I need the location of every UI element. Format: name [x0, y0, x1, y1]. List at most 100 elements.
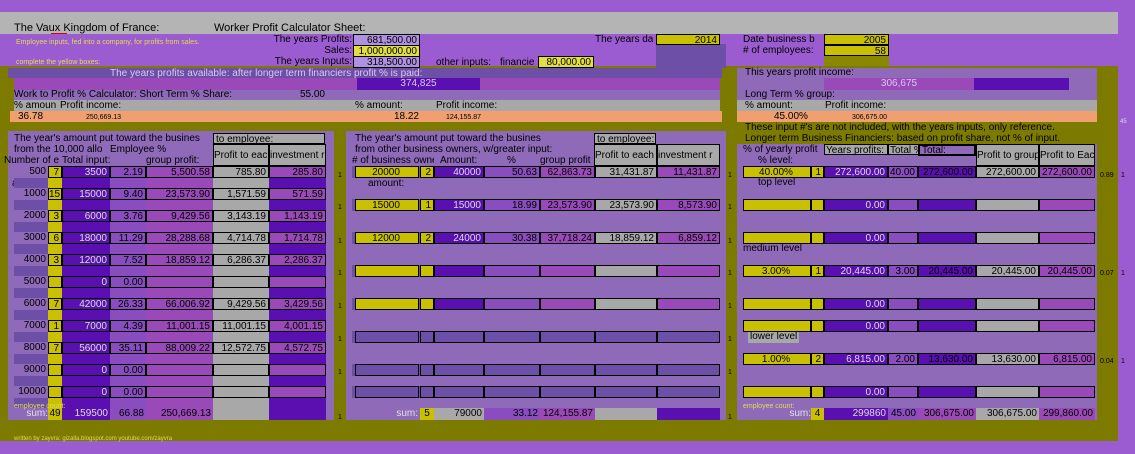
table2-cell-owners[interactable]: 2 [420, 232, 434, 244]
table3-cell-pct[interactable]: 3.00% [743, 265, 811, 277]
table2-sum-label: sum: [396, 408, 418, 419]
table3-cell-pct[interactable] [743, 298, 811, 310]
date-business-input[interactable]: 2005 [824, 34, 889, 45]
table1-spacer-cell [269, 310, 326, 320]
table2-cell-invest: 6,859.12 [657, 232, 720, 244]
table3-cell-count[interactable]: 2 [811, 353, 824, 365]
table2-empty-cell [595, 331, 657, 343]
table1-cell-employees[interactable] [48, 364, 62, 376]
table2-h-each: Profit to each [594, 144, 657, 166]
table3-cell-pct[interactable]: 1.00% [743, 353, 811, 365]
table3-cell-total-pct [888, 298, 918, 310]
long-income-value: 306,675 [824, 78, 974, 90]
table3-cell-count[interactable]: 1 [811, 265, 824, 277]
table1-cell-number: 10000 [18, 386, 46, 397]
table1-cell-employees[interactable]: 3 [48, 210, 62, 222]
table1-cell-employees[interactable]: 7 [48, 166, 62, 178]
table3-cell-each [1039, 386, 1095, 398]
side-one-marker: 1 [1121, 270, 1125, 277]
table3-h-total[interactable]: Total: [918, 144, 976, 156]
table1-cell-invest [269, 364, 326, 376]
table3-cell-pct[interactable] [743, 232, 811, 244]
table1-cell-number: 3000 [23, 232, 46, 243]
table1-sum-group: 250,669.13 [146, 408, 213, 420]
table1-cell-invest: 1,714.78 [269, 232, 326, 244]
table3-cell-pct[interactable] [743, 199, 811, 211]
table1-cell-pct: 7.52 [110, 254, 146, 266]
table2-cell-owner-amount[interactable]: 15000 [355, 199, 419, 211]
table1-cell-employees[interactable]: 7 [48, 298, 62, 310]
table3-cell-group [976, 199, 1039, 211]
table2-empty-cell [657, 331, 720, 343]
years-inputs-value: 318,500.00 [353, 56, 420, 68]
table3-level-lower: lower level [748, 331, 800, 343]
table1-cell-employees[interactable]: 3 [48, 254, 62, 266]
table1-cell-pct: 4.39 [110, 320, 146, 332]
table1-cell-pct: 35.11 [110, 342, 146, 354]
financier-input[interactable]: 80,000.00 [538, 56, 594, 68]
table1-sum-pad2 [269, 408, 326, 420]
table1-cell-each: 1,571.59 [213, 188, 269, 200]
table2-cell-owner-amount[interactable]: 20000 [355, 166, 419, 178]
credit-line: written by zayvra: gizalla.blogspot.com … [14, 436, 173, 442]
table3-cell-count[interactable] [811, 199, 824, 211]
table1-cell-employees[interactable]: 7 [48, 342, 62, 354]
table3-cell-count[interactable]: 1 [811, 166, 824, 178]
table3-cell-pct[interactable] [743, 320, 811, 332]
table2-cell-owner-amount[interactable]: 12000 [355, 232, 419, 244]
table1-cell-invest: 4,572.75 [269, 342, 326, 354]
table2-empty-cell [484, 331, 540, 343]
table2-empty-cell [540, 331, 595, 343]
table3-cell-pct[interactable] [743, 386, 811, 398]
table2-cell-owners[interactable]: 2 [420, 166, 434, 178]
table2-amount-label: amount: [368, 178, 405, 189]
table3-cell-group: 20,445.00 [976, 265, 1039, 277]
table2-h-invest: investment r [657, 144, 720, 166]
table2-empty-cell [540, 265, 595, 277]
table3-cell-count[interactable] [811, 320, 824, 332]
table1-sum-pad [213, 408, 269, 420]
table1-cell-employees[interactable] [48, 386, 62, 398]
side-one-marker: 1 [728, 270, 732, 277]
year-input[interactable]: 2014 [656, 34, 720, 45]
table3-cell-years-profits: 0.00 [824, 320, 888, 332]
table2-empty-cell [595, 364, 657, 376]
table3-cell-total [918, 232, 976, 244]
table1-spacer-cell [213, 376, 269, 386]
available-value: 374,825 [357, 78, 480, 90]
table2-empty-cell [420, 265, 434, 277]
table3-cell-years-profits: 6,815.00 [824, 353, 888, 365]
table3-cell-group [976, 298, 1039, 310]
table1-cell-invest [269, 386, 326, 398]
side-one-marker: 1 [338, 414, 342, 421]
table3-cell-each [1039, 298, 1095, 310]
table2-cell-owners[interactable]: 1 [420, 199, 434, 211]
table1-cell-each: 12,572.75 [213, 342, 269, 354]
table1-cell-pct: 9.40 [110, 188, 146, 200]
table1-cell-employees[interactable]: 6 [48, 232, 62, 244]
table1-spacer-cell [213, 222, 269, 232]
table3-cell-count[interactable] [811, 298, 824, 310]
table3-cell-years-profits: 0.00 [824, 232, 888, 244]
table3-cell-count[interactable] [811, 386, 824, 398]
side-one-marker: 1 [728, 303, 732, 310]
table1-spacer-cell [269, 244, 326, 254]
table1-cell-employees[interactable]: 1 [48, 320, 62, 332]
table3-cell-pct[interactable]: 40.00% [743, 166, 811, 178]
table2-sum-input: 79000 [434, 408, 484, 420]
table1-spacer-cell [269, 200, 326, 210]
table2-empty-cell [355, 298, 419, 310]
table3-cell-count[interactable] [811, 232, 824, 244]
table3-h-total-pct: Total % [888, 144, 919, 155]
table1-spacer-cell [48, 332, 62, 342]
table1-cell-employees[interactable] [48, 276, 62, 288]
table1-spacer-cell [146, 200, 213, 210]
table1-cell-number: 5000 [23, 276, 46, 287]
table1-cell-input: 0 [62, 276, 110, 288]
table1-cell-employees[interactable]: 15 [48, 188, 62, 200]
table1-sum-input: 159500 [62, 408, 110, 420]
table3-cell-group [976, 232, 1039, 244]
table2-cell-pct: 50.63 [484, 166, 540, 178]
table2-cell-amount: 24000 [434, 232, 484, 244]
table1-spacer-cell [48, 266, 62, 276]
